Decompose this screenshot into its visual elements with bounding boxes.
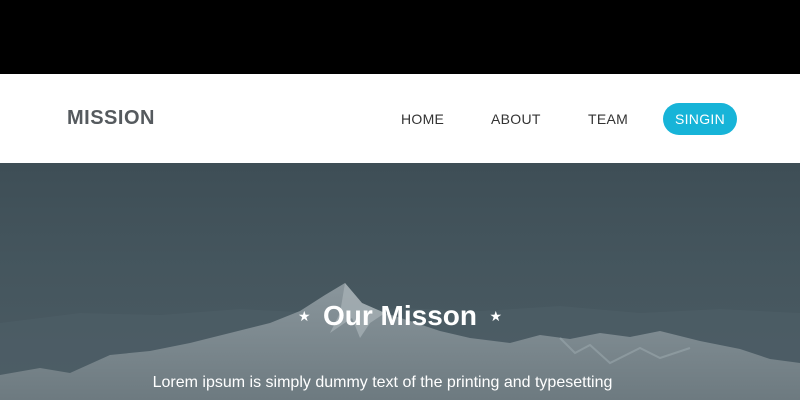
navbar: MISSION HOME ABOUT TEAM SINGIN (0, 74, 800, 163)
nav-home-link[interactable]: HOME (401, 111, 444, 127)
star-icon: ★ (297, 307, 311, 324)
brand-logo[interactable]: MISSION (67, 107, 155, 130)
hero-title-row: ★ Our Misson ★ (0, 300, 800, 332)
nav-team-link[interactable]: TEAM (588, 111, 628, 127)
hero-subtitle: Lorem ipsum is simply dummy text of the … (152, 374, 613, 391)
hero-title: Our Misson (322, 300, 477, 331)
nav-about-link[interactable]: ABOUT (491, 111, 541, 127)
hero-section: ★ Our Misson ★ Lorem ipsum is simply dum… (0, 163, 800, 400)
star-icon: ★ (489, 307, 503, 324)
top-black-band (0, 0, 800, 74)
mountain-background-image (0, 283, 800, 400)
signin-button[interactable]: SINGIN (663, 103, 737, 135)
